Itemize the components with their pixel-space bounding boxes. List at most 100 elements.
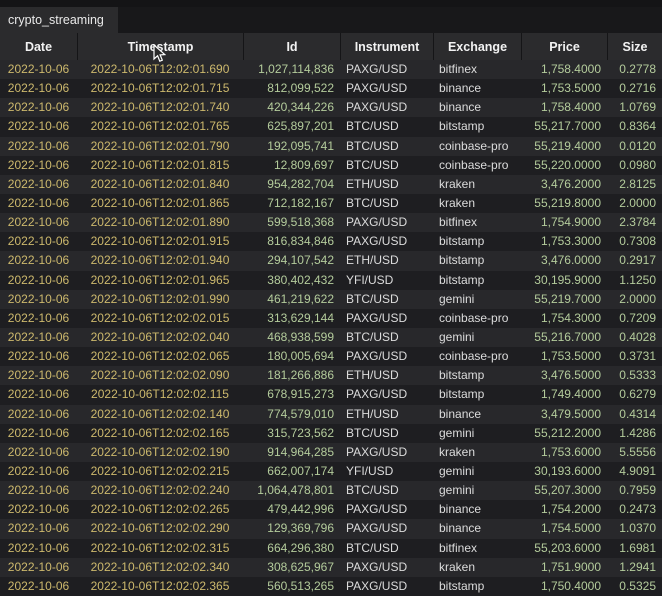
table-row[interactable]: 2022-10-062022-10-06T12:02:02.140774,579… <box>0 405 662 424</box>
cell-exchange: bitstamp <box>433 366 521 385</box>
cell-timestamp: 2022-10-06T12:02:01.965 <box>77 271 243 290</box>
cell-size: 2.8125 <box>607 175 662 194</box>
table-row[interactable]: 2022-10-062022-10-06T12:02:01.965380,402… <box>0 271 662 290</box>
cell-date: 2022-10-06 <box>0 251 77 270</box>
table-row[interactable]: 2022-10-062022-10-06T12:02:02.315664,296… <box>0 539 662 558</box>
cell-size: 0.5333 <box>607 366 662 385</box>
cell-timestamp: 2022-10-06T12:02:01.915 <box>77 232 243 251</box>
cell-id: 662,007,174 <box>243 462 340 481</box>
cell-size: 0.2716 <box>607 79 662 98</box>
table-row[interactable]: 2022-10-062022-10-06T12:02:02.015313,629… <box>0 309 662 328</box>
cell-price: 55,220.0000 <box>521 156 607 175</box>
table-row[interactable]: 2022-10-062022-10-06T12:02:01.6901,027,1… <box>0 60 662 79</box>
table-row[interactable]: 2022-10-062022-10-06T12:02:01.765625,897… <box>0 117 662 136</box>
cell-instrument: BTC/USD <box>340 481 433 500</box>
cell-timestamp: 2022-10-06T12:02:02.290 <box>77 519 243 538</box>
table-row[interactable]: 2022-10-062022-10-06T12:02:01.81512,809,… <box>0 156 662 175</box>
cell-date: 2022-10-06 <box>0 481 77 500</box>
cell-timestamp: 2022-10-06T12:02:02.240 <box>77 481 243 500</box>
cell-price: 1,753.5000 <box>521 79 607 98</box>
cell-size: 1.4286 <box>607 424 662 443</box>
cell-instrument: ETH/USD <box>340 251 433 270</box>
cell-instrument: PAXG/USD <box>340 98 433 117</box>
cell-date: 2022-10-06 <box>0 539 77 558</box>
cell-exchange: bitstamp <box>433 577 521 596</box>
table-row[interactable]: 2022-10-062022-10-06T12:02:02.090181,266… <box>0 366 662 385</box>
cell-id: 816,834,846 <box>243 232 340 251</box>
tab-crypto-streaming[interactable]: crypto_streaming <box>0 7 118 33</box>
cell-price: 55,219.7000 <box>521 290 607 309</box>
cell-exchange: gemini <box>433 481 521 500</box>
cell-instrument: PAXG/USD <box>340 385 433 404</box>
cell-price: 30,195.9000 <box>521 271 607 290</box>
cell-date: 2022-10-06 <box>0 424 77 443</box>
table-row[interactable]: 2022-10-062022-10-06T12:02:02.265479,442… <box>0 500 662 519</box>
cell-date: 2022-10-06 <box>0 366 77 385</box>
cell-instrument: PAXG/USD <box>340 213 433 232</box>
table-row[interactable]: 2022-10-062022-10-06T12:02:01.740420,344… <box>0 98 662 117</box>
cell-instrument: PAXG/USD <box>340 60 433 79</box>
cell-date: 2022-10-06 <box>0 577 77 596</box>
table-row[interactable]: 2022-10-062022-10-06T12:02:01.865712,182… <box>0 194 662 213</box>
table-row[interactable]: 2022-10-062022-10-06T12:02:01.940294,107… <box>0 251 662 270</box>
cell-date: 2022-10-06 <box>0 443 77 462</box>
cell-date: 2022-10-06 <box>0 137 77 156</box>
column-header-exchange[interactable]: Exchange <box>433 33 521 60</box>
column-header-instrument[interactable]: Instrument <box>340 33 433 60</box>
tab-bar: crypto_streaming <box>0 0 662 33</box>
column-header-id[interactable]: Id <box>243 33 340 60</box>
cell-instrument: BTC/USD <box>340 117 433 136</box>
cell-timestamp: 2022-10-06T12:02:02.315 <box>77 539 243 558</box>
cell-id: 664,296,380 <box>243 539 340 558</box>
table-row[interactable]: 2022-10-062022-10-06T12:02:02.2401,064,4… <box>0 481 662 500</box>
table-row[interactable]: 2022-10-062022-10-06T12:02:02.115678,915… <box>0 385 662 404</box>
cell-exchange: bitstamp <box>433 271 521 290</box>
cell-id: 1,027,114,836 <box>243 60 340 79</box>
cell-price: 1,758.4000 <box>521 98 607 117</box>
cell-exchange: kraken <box>433 175 521 194</box>
table-row[interactable]: 2022-10-062022-10-06T12:02:01.890599,518… <box>0 213 662 232</box>
table-row[interactable]: 2022-10-062022-10-06T12:02:02.040468,938… <box>0 328 662 347</box>
column-header-timestamp[interactable]: Timestamp <box>77 33 243 60</box>
table-row[interactable]: 2022-10-062022-10-06T12:02:02.290129,369… <box>0 519 662 538</box>
cell-date: 2022-10-06 <box>0 309 77 328</box>
table-row[interactable]: 2022-10-062022-10-06T12:02:01.715812,099… <box>0 79 662 98</box>
cell-id: 625,897,201 <box>243 117 340 136</box>
table-row[interactable]: 2022-10-062022-10-06T12:02:01.840954,282… <box>0 175 662 194</box>
cell-instrument: BTC/USD <box>340 328 433 347</box>
cell-instrument: BTC/USD <box>340 539 433 558</box>
table-row[interactable]: 2022-10-062022-10-06T12:02:01.790192,095… <box>0 137 662 156</box>
column-header-date[interactable]: Date <box>0 33 77 60</box>
table-row[interactable]: 2022-10-062022-10-06T12:02:02.065180,005… <box>0 347 662 366</box>
table-row[interactable]: 2022-10-062022-10-06T12:02:02.365560,513… <box>0 577 662 596</box>
cell-instrument: BTC/USD <box>340 290 433 309</box>
column-header-size[interactable]: Size <box>607 33 662 60</box>
table-row[interactable]: 2022-10-062022-10-06T12:02:01.915816,834… <box>0 232 662 251</box>
cell-id: 479,442,996 <box>243 500 340 519</box>
cell-id: 180,005,694 <box>243 347 340 366</box>
table-row[interactable]: 2022-10-062022-10-06T12:02:02.215662,007… <box>0 462 662 481</box>
cell-id: 1,064,478,801 <box>243 481 340 500</box>
column-header-price[interactable]: Price <box>521 33 607 60</box>
cell-size: 2.3784 <box>607 213 662 232</box>
cell-exchange: coinbase-pro <box>433 347 521 366</box>
cell-size: 4.9091 <box>607 462 662 481</box>
cell-size: 0.3731 <box>607 347 662 366</box>
cell-timestamp: 2022-10-06T12:02:02.190 <box>77 443 243 462</box>
cell-size: 0.4028 <box>607 328 662 347</box>
cell-timestamp: 2022-10-06T12:02:01.890 <box>77 213 243 232</box>
cell-timestamp: 2022-10-06T12:02:01.740 <box>77 98 243 117</box>
cell-size: 0.2917 <box>607 251 662 270</box>
cell-date: 2022-10-06 <box>0 405 77 424</box>
table-row[interactable]: 2022-10-062022-10-06T12:02:02.340308,625… <box>0 558 662 577</box>
cell-date: 2022-10-06 <box>0 519 77 538</box>
table-row[interactable]: 2022-10-062022-10-06T12:02:01.990461,219… <box>0 290 662 309</box>
table-row[interactable]: 2022-10-062022-10-06T12:02:02.165315,723… <box>0 424 662 443</box>
cell-id: 678,915,273 <box>243 385 340 404</box>
cell-timestamp: 2022-10-06T12:02:01.990 <box>77 290 243 309</box>
cell-instrument: ETH/USD <box>340 175 433 194</box>
cell-timestamp: 2022-10-06T12:02:02.040 <box>77 328 243 347</box>
cell-timestamp: 2022-10-06T12:02:01.690 <box>77 60 243 79</box>
cell-exchange: bitfinex <box>433 539 521 558</box>
table-row[interactable]: 2022-10-062022-10-06T12:02:02.190914,964… <box>0 443 662 462</box>
